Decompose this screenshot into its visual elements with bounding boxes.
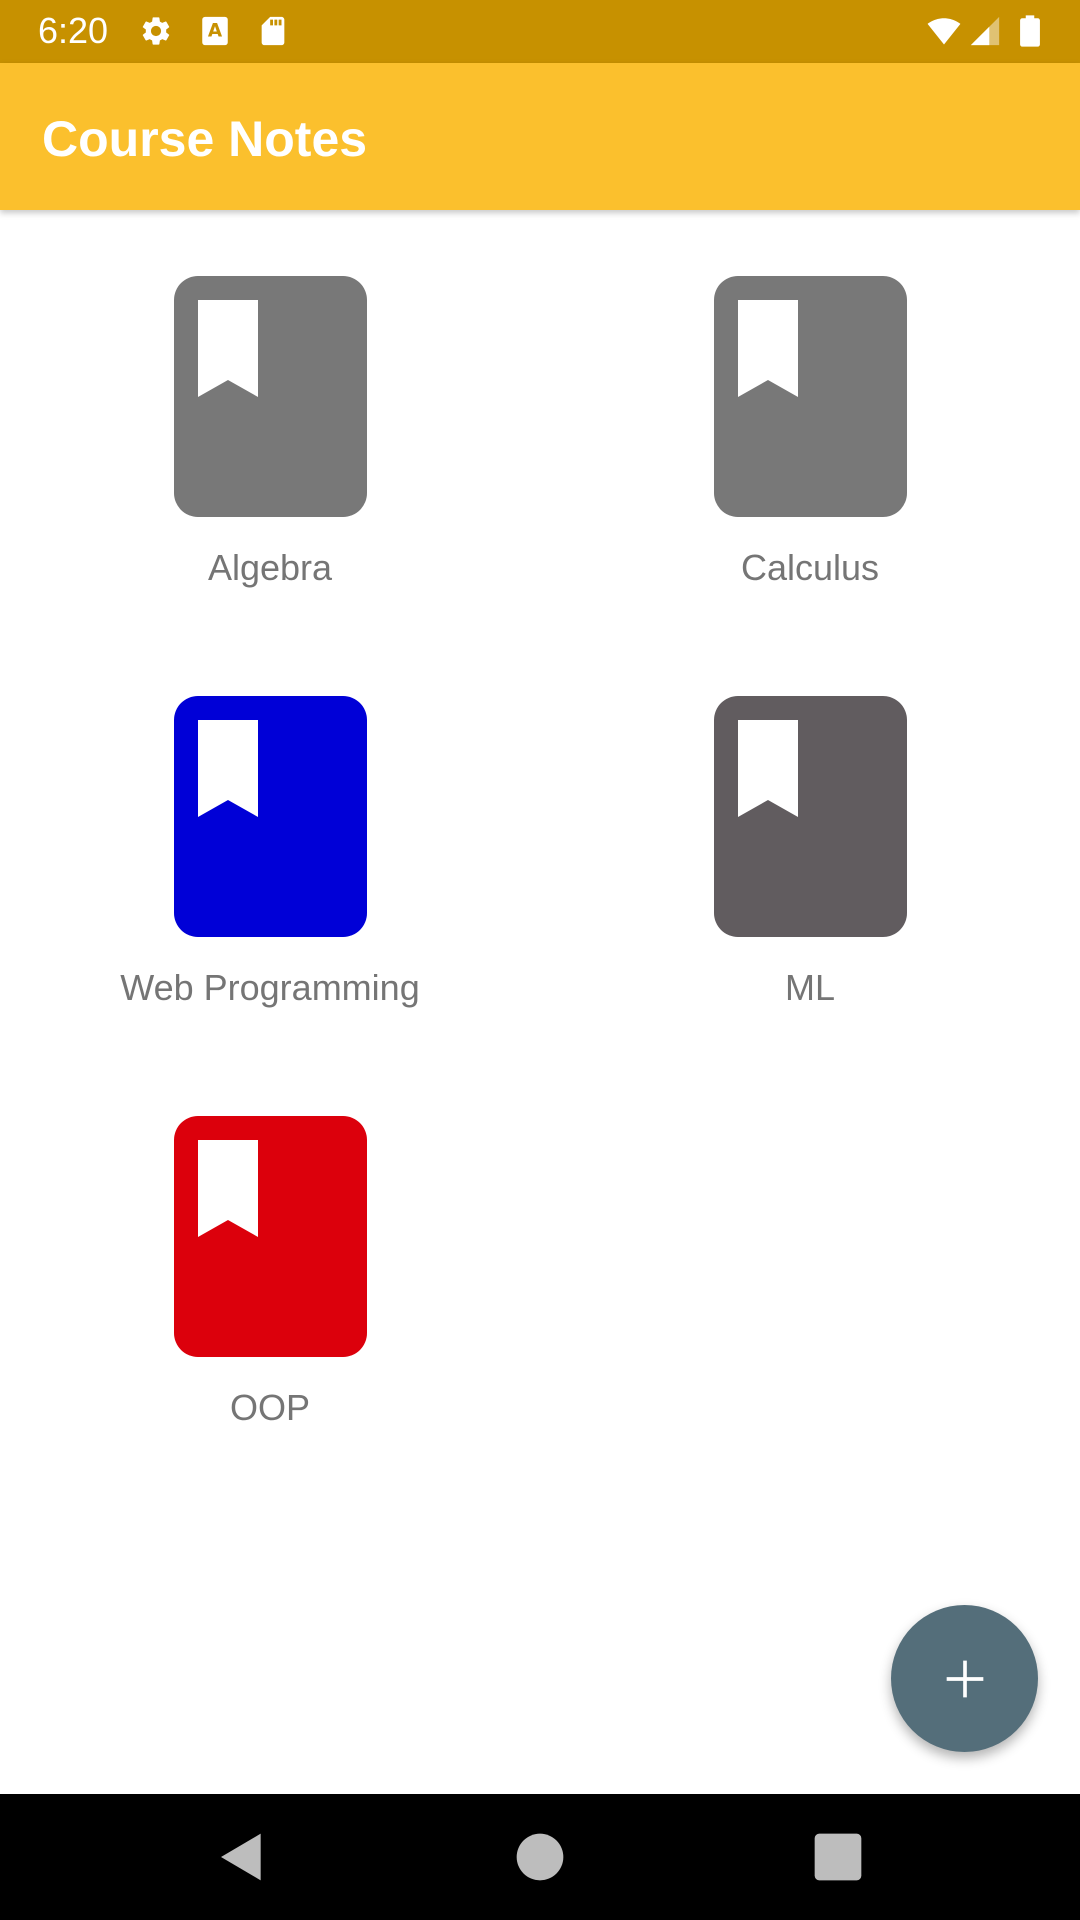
navigation-bar [0, 1794, 1080, 1920]
course-label: ML [784, 967, 835, 1008]
course-label: Algebra [207, 547, 333, 588]
book-icon [173, 276, 367, 517]
course-item-web-programming[interactable]: Web Programming [0, 630, 540, 1050]
course-label: Web Programming [120, 967, 420, 1008]
course-item-oop[interactable]: OOP [0, 1050, 540, 1470]
signal-icon [968, 14, 1002, 48]
sd-card-icon [256, 14, 290, 48]
battery-icon [1016, 14, 1044, 48]
course-item-algebra[interactable]: Algebra [0, 210, 540, 630]
status-bar: 6:20 A [0, 0, 1080, 63]
course-item-calculus[interactable]: Calculus [540, 210, 1080, 630]
book-icon [173, 1116, 367, 1357]
svg-text:A: A [208, 21, 223, 42]
course-label: OOP [229, 1387, 310, 1428]
app-title: Course Notes [42, 111, 368, 167]
plus-icon [946, 1660, 983, 1697]
home-icon[interactable] [512, 1829, 568, 1885]
back-icon[interactable] [214, 1829, 270, 1885]
status-time: 6:20 [38, 10, 109, 51]
gear-icon [139, 14, 173, 48]
course-grid: Algebra Calculus Web Programming ML OOP [0, 210, 1080, 1470]
book-icon [713, 696, 907, 937]
font-a-icon: A [198, 14, 232, 48]
course-label: Calculus [740, 547, 880, 588]
wifi-icon [922, 14, 966, 48]
book-icon [173, 696, 367, 937]
app-bar: Course Notes [0, 63, 1080, 210]
book-icon [713, 276, 907, 517]
course-item-ml[interactable]: ML [540, 630, 1080, 1050]
add-course-button[interactable] [891, 1605, 1038, 1752]
recents-icon[interactable] [810, 1829, 866, 1885]
